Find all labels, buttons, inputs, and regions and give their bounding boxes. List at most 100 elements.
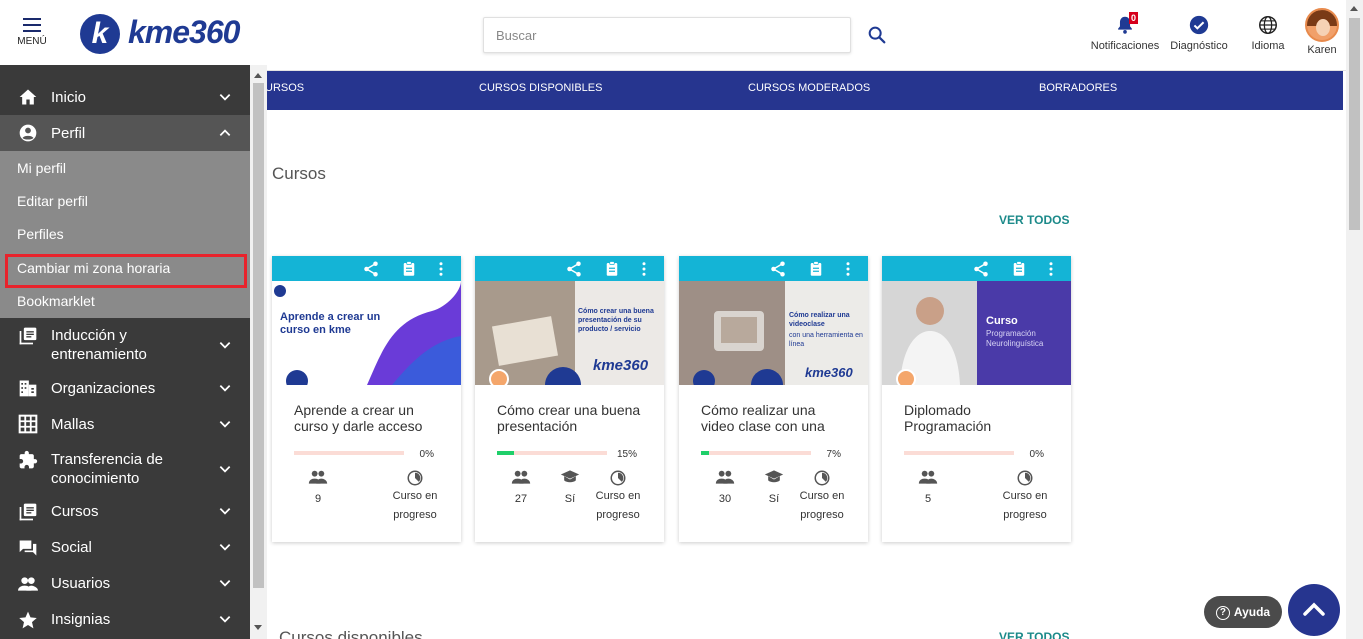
grid-icon bbox=[18, 414, 38, 434]
clipboard-icon[interactable] bbox=[807, 260, 825, 278]
scroll-to-top-button[interactable] bbox=[1288, 584, 1340, 636]
clipboard-icon[interactable] bbox=[400, 260, 418, 278]
nav-tab-mis-cursos[interactable]: URSOS bbox=[265, 71, 304, 105]
courses-nav-bar: URSOS CURSOS DISPONIBLES CURSOS MODERADO… bbox=[250, 71, 1343, 110]
nav-tab-cursos-disponibles[interactable]: CURSOS DISPONIBLES bbox=[479, 71, 602, 105]
scroll-up-arrow-icon[interactable] bbox=[254, 73, 262, 78]
submenu-item-mi-perfil[interactable]: Mi perfil bbox=[17, 160, 66, 176]
enrolled-users-stat: 27 bbox=[505, 469, 537, 505]
language-label: Idioma bbox=[1251, 40, 1285, 52]
logo-k-icon: k bbox=[80, 14, 120, 54]
course-status-stat: Curso en progreso bbox=[388, 469, 442, 525]
globe-icon bbox=[1259, 16, 1277, 34]
sidebar-item-label: Mallas bbox=[51, 416, 95, 433]
chevron-down-icon bbox=[219, 580, 231, 587]
sidebar-menu: Inicio Perfil Mi perfil Editar perfil Pe… bbox=[0, 65, 250, 639]
course-card[interactable]: Curso Programación Neurolinguística Dipl… bbox=[882, 256, 1071, 542]
clipboard-icon[interactable] bbox=[1010, 260, 1028, 278]
sidebar-item-mallas[interactable]: Mallas bbox=[0, 405, 250, 441]
sidebar-item-inicio[interactable]: Inicio bbox=[0, 79, 250, 115]
ver-todos-link-2[interactable]: VER TODOS bbox=[999, 630, 1069, 639]
more-vert-icon[interactable] bbox=[432, 260, 450, 278]
sidebar-item-transferencia[interactable]: Transferencia de conocimiento bbox=[0, 442, 250, 492]
kme360-logo[interactable]: k kme360 bbox=[80, 12, 280, 56]
course-status-label: Curso en progreso bbox=[799, 490, 845, 521]
sidebar-item-organizaciones[interactable]: Organizaciones bbox=[0, 369, 250, 405]
scroll-down-arrow-icon[interactable] bbox=[254, 625, 262, 630]
submenu-item-editar-perfil[interactable]: Editar perfil bbox=[17, 193, 88, 209]
course-card[interactable]: Cómo crear una buena presentación de su … bbox=[475, 256, 664, 542]
share-icon[interactable] bbox=[972, 260, 990, 278]
clipboard-icon[interactable] bbox=[603, 260, 621, 278]
course-title[interactable]: Cómo realizar una video clase con una bbox=[701, 402, 851, 434]
submenu-item-bookmarklet[interactable]: Bookmarklet bbox=[17, 293, 95, 309]
people-icon bbox=[308, 470, 328, 484]
search-input[interactable] bbox=[484, 18, 850, 52]
nav-tab-borradores[interactable]: BORRADORES bbox=[1039, 71, 1117, 105]
account-circle-icon bbox=[19, 124, 37, 142]
search-icon[interactable] bbox=[866, 24, 888, 46]
share-icon[interactable] bbox=[769, 260, 787, 278]
course-status-stat: Curso en progreso bbox=[998, 469, 1052, 525]
notifications-label: Notificaciones bbox=[1090, 40, 1160, 52]
page-scrollbar[interactable] bbox=[1346, 0, 1363, 639]
sidebar-item-label: Usuarios bbox=[51, 575, 111, 592]
submenu-item-perfiles[interactable]: Perfiles bbox=[17, 226, 64, 242]
progress-bar bbox=[294, 451, 404, 455]
share-icon[interactable] bbox=[565, 260, 583, 278]
card-toolbar bbox=[882, 256, 1071, 281]
hamburger-icon bbox=[23, 18, 41, 32]
enrolled-users-stat: 9 bbox=[302, 469, 334, 505]
user-menu-button[interactable]: Karen bbox=[1302, 8, 1342, 56]
course-status-label: Curso en progreso bbox=[1002, 490, 1048, 521]
home-icon bbox=[19, 89, 37, 105]
more-vert-icon[interactable] bbox=[1042, 260, 1060, 278]
star-icon bbox=[19, 611, 37, 629]
check-circle-icon bbox=[1189, 15, 1209, 35]
menu-label: MENÚ bbox=[17, 36, 47, 47]
course-title[interactable]: Aprende a crear un curso y darle acceso bbox=[294, 402, 444, 434]
help-button[interactable]: ? Ayuda bbox=[1204, 596, 1282, 628]
card-toolbar bbox=[272, 256, 461, 281]
course-card[interactable]: Aprende a crear un curso en kme Aprende … bbox=[272, 256, 461, 542]
menu-button[interactable]: MENÚ bbox=[12, 18, 52, 47]
thumbnail-title: Curso bbox=[986, 315, 1018, 327]
author-avatar bbox=[896, 369, 916, 385]
share-icon[interactable] bbox=[362, 260, 380, 278]
course-title[interactable]: Cómo crear una buena presentación bbox=[497, 402, 647, 434]
notifications-button[interactable]: 0 Notificaciones bbox=[1089, 12, 1161, 52]
chevron-down-icon bbox=[219, 421, 231, 428]
library-icon bbox=[19, 327, 37, 345]
sidebar-item-label: Insignias bbox=[51, 611, 111, 628]
sidebar-scrollbar-thumb[interactable] bbox=[253, 83, 264, 588]
sidebar-item-cursos[interactable]: Cursos bbox=[0, 493, 250, 529]
section-title-cursos-disponibles: Cursos disponibles bbox=[279, 628, 423, 639]
course-thumbnail: Aprende a crear un curso en kme bbox=[272, 281, 461, 385]
nav-tab-cursos-moderados[interactable]: CURSOS MODERADOS bbox=[748, 71, 870, 105]
sidebar-scrollbar[interactable] bbox=[250, 65, 267, 639]
sidebar-item-insignias[interactable]: Insignias bbox=[0, 601, 250, 637]
thumbnail-subtitle: con una herramienta en línea bbox=[789, 332, 863, 348]
progress-clock-icon bbox=[407, 470, 423, 486]
ver-todos-link[interactable]: VER TODOS bbox=[999, 213, 1069, 227]
scroll-up-arrow-icon[interactable] bbox=[1350, 6, 1358, 11]
page-scrollbar-thumb[interactable] bbox=[1349, 18, 1360, 230]
graduation-cap-icon bbox=[560, 470, 580, 483]
sidebar-item-label: Transferencia de conocimiento bbox=[51, 451, 164, 487]
more-vert-icon[interactable] bbox=[839, 260, 857, 278]
people-icon bbox=[715, 470, 735, 484]
sidebar-item-social[interactable]: Social bbox=[0, 529, 250, 565]
section-title-cursos: Cursos bbox=[272, 164, 326, 183]
highlight-box bbox=[5, 254, 247, 288]
building-icon bbox=[19, 380, 37, 397]
sidebar-item-usuarios[interactable]: Usuarios bbox=[0, 565, 250, 601]
progress-percent: 7% bbox=[826, 449, 841, 460]
sidebar-item-perfil[interactable]: Perfil bbox=[0, 115, 250, 151]
more-vert-icon[interactable] bbox=[635, 260, 653, 278]
sidebar-item-induccion[interactable]: Inducción y entrenamiento bbox=[0, 318, 250, 368]
forum-icon bbox=[19, 540, 37, 556]
diagnostic-button[interactable]: Diagnóstico bbox=[1167, 14, 1231, 52]
language-button[interactable]: Idioma bbox=[1245, 14, 1291, 52]
course-card[interactable]: Cómo realizar una videoclase con una her… bbox=[679, 256, 868, 542]
course-title[interactable]: Diplomado Programación bbox=[904, 402, 1054, 434]
